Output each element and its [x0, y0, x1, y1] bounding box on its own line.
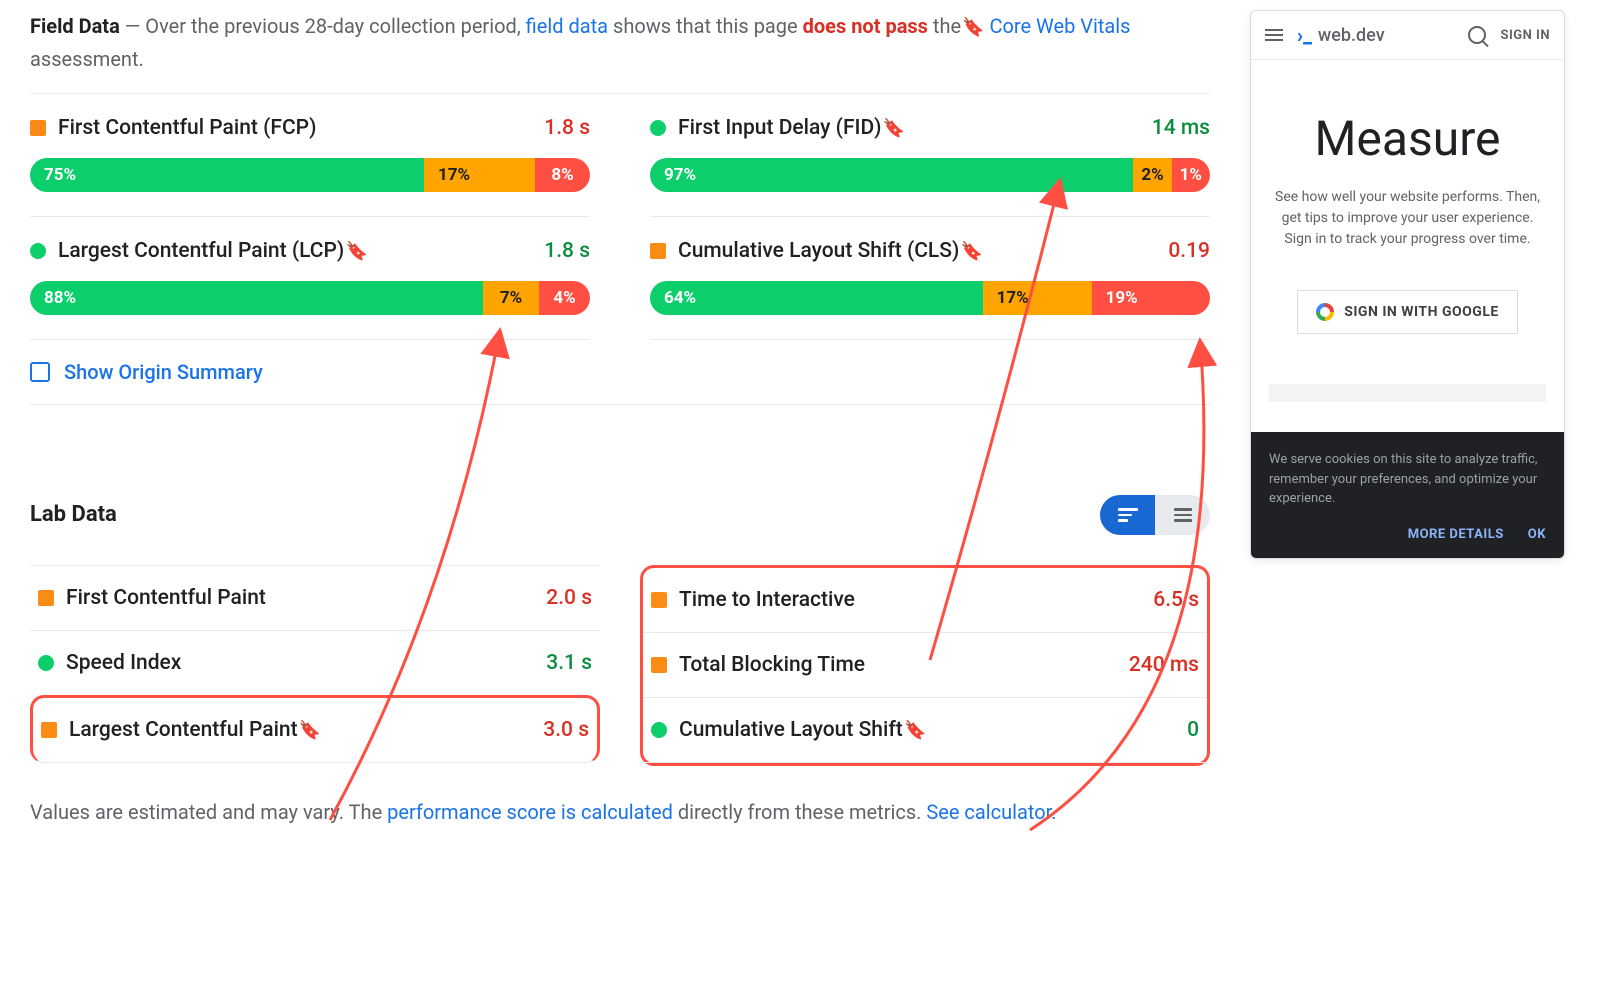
metric-value: 1.8 s	[544, 239, 590, 263]
lab-col2-highlight: Time to Interactive 6.5 s Total Blocking…	[640, 565, 1210, 766]
lab-row: Cumulative Layout Shift 🔖 0	[643, 697, 1207, 763]
dist-segment: 88%	[30, 281, 483, 315]
status-dot	[30, 243, 46, 259]
lab-grid: First Contentful Paint 2.0 s Speed Index…	[30, 565, 1210, 766]
field-metrics-grid: First Contentful Paint (FCP) 1.8 s 75%17…	[30, 93, 1210, 340]
distribution-bar: 97%2%1%	[650, 158, 1210, 192]
lab-metric-name: Speed Index	[66, 651, 534, 675]
distribution-bar: 75%17%8%	[30, 158, 590, 192]
bookmark-icon: 🔖	[904, 720, 926, 741]
measure-desc: See how well your website performs. Then…	[1269, 187, 1546, 250]
footer-note: Values are estimated and may vary. The p…	[30, 796, 1080, 828]
phone-mockup: ›_web.dev SIGN IN Measure See how well y…	[1250, 10, 1565, 559]
lab-metric-value: 6.5 s	[1153, 588, 1199, 612]
dist-segment: 2%	[1133, 158, 1171, 192]
status-dot	[651, 592, 667, 608]
status-dot	[30, 120, 46, 136]
bookmark-icon: 🔖	[299, 720, 321, 741]
perf-score-link[interactable]: performance score is calculated	[387, 800, 673, 824]
lab-metric-name: Cumulative Layout Shift 🔖	[679, 718, 1175, 742]
lab-metric-value: 3.0 s	[543, 718, 589, 742]
bookmark-icon: 🔖	[345, 241, 367, 262]
core-web-vitals-link[interactable]: Core Web Vitals	[989, 14, 1130, 38]
distribution-bar: 64%17%19%	[650, 281, 1210, 315]
lab-row: Largest Contentful Paint 🔖 3.0 s	[30, 695, 600, 763]
status-dot	[651, 657, 667, 673]
ok-button[interactable]: OK	[1528, 525, 1546, 545]
lab-row: First Contentful Paint 2.0 s	[30, 565, 600, 630]
metric-value: 0.19	[1168, 239, 1210, 263]
dist-segment: 1%	[1172, 158, 1210, 192]
dist-segment: 4%	[539, 281, 590, 315]
metric-value: 14 ms	[1152, 116, 1210, 140]
field-data-header: Field Data — Over the previous 28-day co…	[30, 10, 1210, 75]
field-data-link[interactable]: field data	[526, 14, 608, 38]
webdev-logo[interactable]: ›_web.dev	[1297, 23, 1454, 47]
bookmark-icon: 🔖	[962, 17, 984, 38]
lab-metric-value: 0	[1187, 718, 1199, 742]
status-dot	[650, 243, 666, 259]
lab-data-title: Lab Data	[30, 502, 117, 527]
bookmark-icon: 🔖	[883, 118, 905, 139]
metric-card: Cumulative Layout Shift (CLS) 🔖 0.19 64%…	[650, 217, 1210, 340]
status-dot	[38, 590, 54, 606]
lab-metric-value: 2.0 s	[546, 586, 592, 610]
google-icon	[1316, 303, 1334, 321]
signin-link[interactable]: SIGN IN	[1500, 28, 1550, 43]
metric-card: First Input Delay (FID) 🔖 14 ms 97%2%1%	[650, 94, 1210, 217]
status-dot	[41, 722, 57, 738]
origin-label: Show Origin Summary	[64, 360, 263, 384]
metric-value: 1.8 s	[544, 116, 590, 140]
metric-name: First Contentful Paint (FCP)	[58, 116, 532, 140]
measure-heading: Measure	[1269, 110, 1546, 167]
lab-metric-name: Largest Contentful Paint 🔖	[69, 718, 531, 742]
view-toggle-detailed[interactable]	[1100, 495, 1155, 535]
metric-name: First Input Delay (FID) 🔖	[678, 116, 1140, 140]
field-data-title: Field Data	[30, 14, 120, 38]
show-origin-summary-row[interactable]: Show Origin Summary	[30, 340, 1210, 405]
lab-row: Speed Index 3.1 s	[30, 630, 600, 695]
lab-row: Total Blocking Time 240 ms	[643, 632, 1207, 697]
dist-segment: 8%	[535, 158, 590, 192]
lab-metric-value: 3.1 s	[546, 651, 592, 675]
dist-segment: 97%	[650, 158, 1133, 192]
lab-metric-name: Time to Interactive	[679, 588, 1141, 612]
lab-row: Time to Interactive 6.5 s	[643, 568, 1207, 632]
dist-segment: 17%	[983, 281, 1092, 315]
view-toggle[interactable]	[1100, 495, 1210, 535]
lab-metric-name: Total Blocking Time	[679, 653, 1117, 677]
search-icon[interactable]	[1468, 26, 1486, 44]
dist-segment: 64%	[650, 281, 983, 315]
does-not-pass-text: does not pass	[803, 14, 928, 38]
cookie-banner: We serve cookies on this site to analyze…	[1251, 432, 1564, 558]
dist-segment: 17%	[424, 158, 535, 192]
more-details-button[interactable]: MORE DETAILS	[1408, 525, 1504, 545]
lab-metric-value: 240 ms	[1129, 653, 1199, 677]
bookmark-icon: 🔖	[961, 241, 983, 262]
google-signin-button[interactable]: SIGN IN WITH GOOGLE	[1297, 290, 1518, 334]
status-dot	[651, 722, 667, 738]
dist-segment: 7%	[483, 281, 539, 315]
distribution-bar: 88%7%4%	[30, 281, 590, 315]
calculator-link[interactable]: See calculator.	[926, 800, 1056, 824]
metric-name: Cumulative Layout Shift (CLS) 🔖	[678, 239, 1156, 263]
lab-metric-name: First Contentful Paint	[66, 586, 534, 610]
status-dot	[38, 655, 54, 671]
metric-card: Largest Contentful Paint (LCP) 🔖 1.8 s 8…	[30, 217, 590, 340]
metric-card: First Contentful Paint (FCP) 1.8 s 75%17…	[30, 94, 590, 217]
dist-segment: 19%	[1092, 281, 1210, 315]
metric-name: Largest Contentful Paint (LCP) 🔖	[58, 239, 532, 263]
status-dot	[650, 120, 666, 136]
dist-segment: 75%	[30, 158, 424, 192]
menu-icon[interactable]	[1265, 29, 1283, 41]
view-toggle-compact[interactable]	[1155, 495, 1210, 535]
origin-checkbox[interactable]	[30, 362, 50, 382]
